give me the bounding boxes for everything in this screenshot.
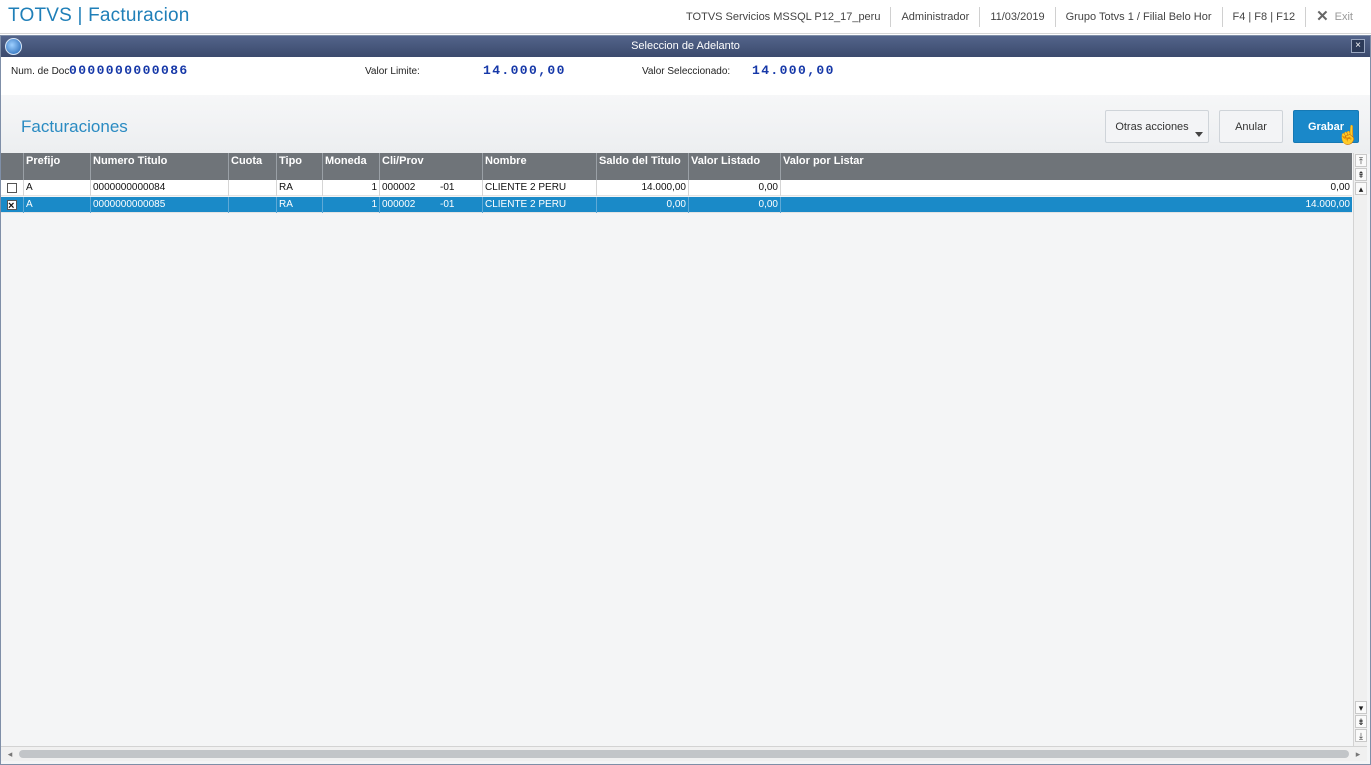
horizontal-scroll-thumb[interactable] (19, 750, 1349, 758)
date-label[interactable]: 11/03/2019 (979, 7, 1054, 27)
dialog-title: Seleccion de Adelanto (631, 40, 740, 52)
cell-cliprov[interactable]: 000002 -01 (380, 180, 483, 196)
vertical-scrollbar[interactable]: ⤒ ⇞ ▴ ▾ ⇟ ⤓ (1353, 153, 1367, 746)
column-header-numero[interactable]: Numero Titulo (91, 153, 229, 180)
column-header-prefijo[interactable]: Prefijo (24, 153, 91, 180)
exit-button[interactable]: ✕ Exit (1305, 7, 1371, 27)
cell-moneda[interactable]: 1 (323, 180, 380, 196)
limit-value: 14.000,00 (483, 63, 566, 78)
other-actions-label: Otras acciones (1115, 120, 1189, 133)
cell-cliprov[interactable]: 000002 -01 (380, 197, 483, 213)
cell-saldo[interactable]: 0,00 (597, 197, 689, 213)
header-info: TOTVS Servicios MSSQL P12_17_peru Admini… (676, 0, 1371, 34)
cell-numero[interactable]: 0000000000085 (91, 197, 229, 213)
shortcuts-label[interactable]: F4 | F8 | F12 (1221, 7, 1306, 27)
app-header: TOTVS | Facturacion TOTVS Servicios MSSQ… (0, 0, 1371, 34)
row-checkbox-cell[interactable] (1, 197, 24, 213)
cell-numero[interactable]: 0000000000084 (91, 180, 229, 196)
cell-prefijo[interactable]: A (24, 180, 91, 196)
cell-tipo[interactable]: RA (277, 180, 323, 196)
section-title: Facturaciones (21, 117, 128, 136)
column-header-moneda[interactable]: Moneda (323, 153, 380, 180)
horizontal-scrollbar[interactable]: ◂ ▸ (1, 746, 1367, 761)
row-checkbox[interactable] (7, 183, 17, 193)
branch-label[interactable]: Grupo Totvs 1 / Filial Belo Hor (1054, 7, 1222, 27)
cell-listado[interactable]: 0,00 (689, 180, 781, 196)
doc-number-label: Num. de Doc (11, 66, 70, 77)
arrow-left-icon[interactable]: ◂ (3, 747, 17, 762)
column-header-saldo[interactable]: Saldo del Titulo (597, 153, 689, 180)
cell-moneda[interactable]: 1 (323, 197, 380, 213)
cell-saldo[interactable]: 14.000,00 (597, 180, 689, 196)
toolbar: Facturaciones Otras acciones Anular Grab… (1, 95, 1370, 154)
close-icon: ✕ (1316, 8, 1329, 25)
arrow-right-icon[interactable]: ▸ (1351, 747, 1365, 762)
hand-cursor-icon: ☝ (1337, 125, 1360, 145)
selected-value-label: Valor Seleccionado: (642, 66, 731, 77)
column-header-cliprov[interactable]: Cli/Prov (380, 153, 483, 180)
cell-por-listar[interactable]: 14.000,00 (781, 197, 1352, 213)
cell-nombre[interactable]: CLIENTE 2 PERU (483, 197, 597, 213)
exit-label: Exit (1334, 11, 1353, 23)
dialog-close-button[interactable]: × (1351, 39, 1365, 53)
doc-number-value: 0000000000086 (69, 63, 189, 78)
row-checkbox-cell[interactable] (1, 180, 24, 196)
limit-value-label: Valor Limite: (365, 66, 420, 77)
cell-cliprov-code: 000002 (382, 199, 416, 210)
dialog-titlebar: Seleccion de Adelanto × (1, 36, 1370, 57)
cancel-button[interactable]: Anular (1219, 110, 1283, 143)
totvs-logo-icon (5, 38, 22, 55)
invoices-grid: Prefijo Numero Titulo Cuota Tipo Moneda … (1, 153, 1352, 746)
info-bar: Num. de Doc 0000000000086 Valor Limite: … (1, 57, 1370, 95)
column-header-por-listar[interactable]: Valor por Listar (781, 153, 1352, 180)
selected-value: 14.000,00 (752, 63, 835, 78)
row-checkbox-checked[interactable] (7, 198, 17, 213)
table-row-selected[interactable]: A 0000000000085 RA 1 000002 -01 CLIENTE … (1, 197, 1352, 213)
cell-listado[interactable]: 0,00 (689, 197, 781, 213)
arrow-down-icon[interactable]: ▾ (1355, 701, 1367, 714)
other-actions-button[interactable]: Otras acciones (1105, 110, 1209, 143)
app-title: TOTVS | Facturacion (8, 5, 190, 26)
page-down-icon[interactable]: ⇟ (1355, 715, 1367, 728)
user-label[interactable]: Administrador (890, 7, 979, 27)
page-up-icon[interactable]: ⇞ (1355, 168, 1367, 181)
cell-cliprov-code: 000002 (382, 182, 416, 193)
column-header-nombre[interactable]: Nombre (483, 153, 597, 180)
grid-header: Prefijo Numero Titulo Cuota Tipo Moneda … (1, 153, 1352, 180)
cell-nombre[interactable]: CLIENTE 2 PERU (483, 180, 597, 196)
column-header-check[interactable] (1, 153, 24, 180)
cell-cuota[interactable] (229, 197, 277, 213)
cell-cuota[interactable] (229, 180, 277, 196)
column-header-cuota[interactable]: Cuota (229, 153, 277, 180)
cell-cliprov-loja: -01 (440, 182, 455, 193)
table-row[interactable]: A 0000000000084 RA 1 000002 -01 CLIENTE … (1, 180, 1352, 196)
arrow-up-icon[interactable]: ▴ (1355, 182, 1367, 195)
scroll-bottom-icon[interactable]: ⤓ (1355, 729, 1367, 742)
column-header-tipo[interactable]: Tipo (277, 153, 323, 180)
cell-prefijo[interactable]: A (24, 197, 91, 213)
environment-label[interactable]: TOTVS Servicios MSSQL P12_17_peru (676, 7, 890, 27)
chevron-down-icon (1195, 132, 1203, 137)
cell-cliprov-loja: -01 (440, 199, 455, 210)
column-header-listado[interactable]: Valor Listado (689, 153, 781, 180)
scroll-top-icon[interactable]: ⤒ (1355, 154, 1367, 167)
cell-por-listar[interactable]: 0,00 (781, 180, 1352, 196)
cell-tipo[interactable]: RA (277, 197, 323, 213)
